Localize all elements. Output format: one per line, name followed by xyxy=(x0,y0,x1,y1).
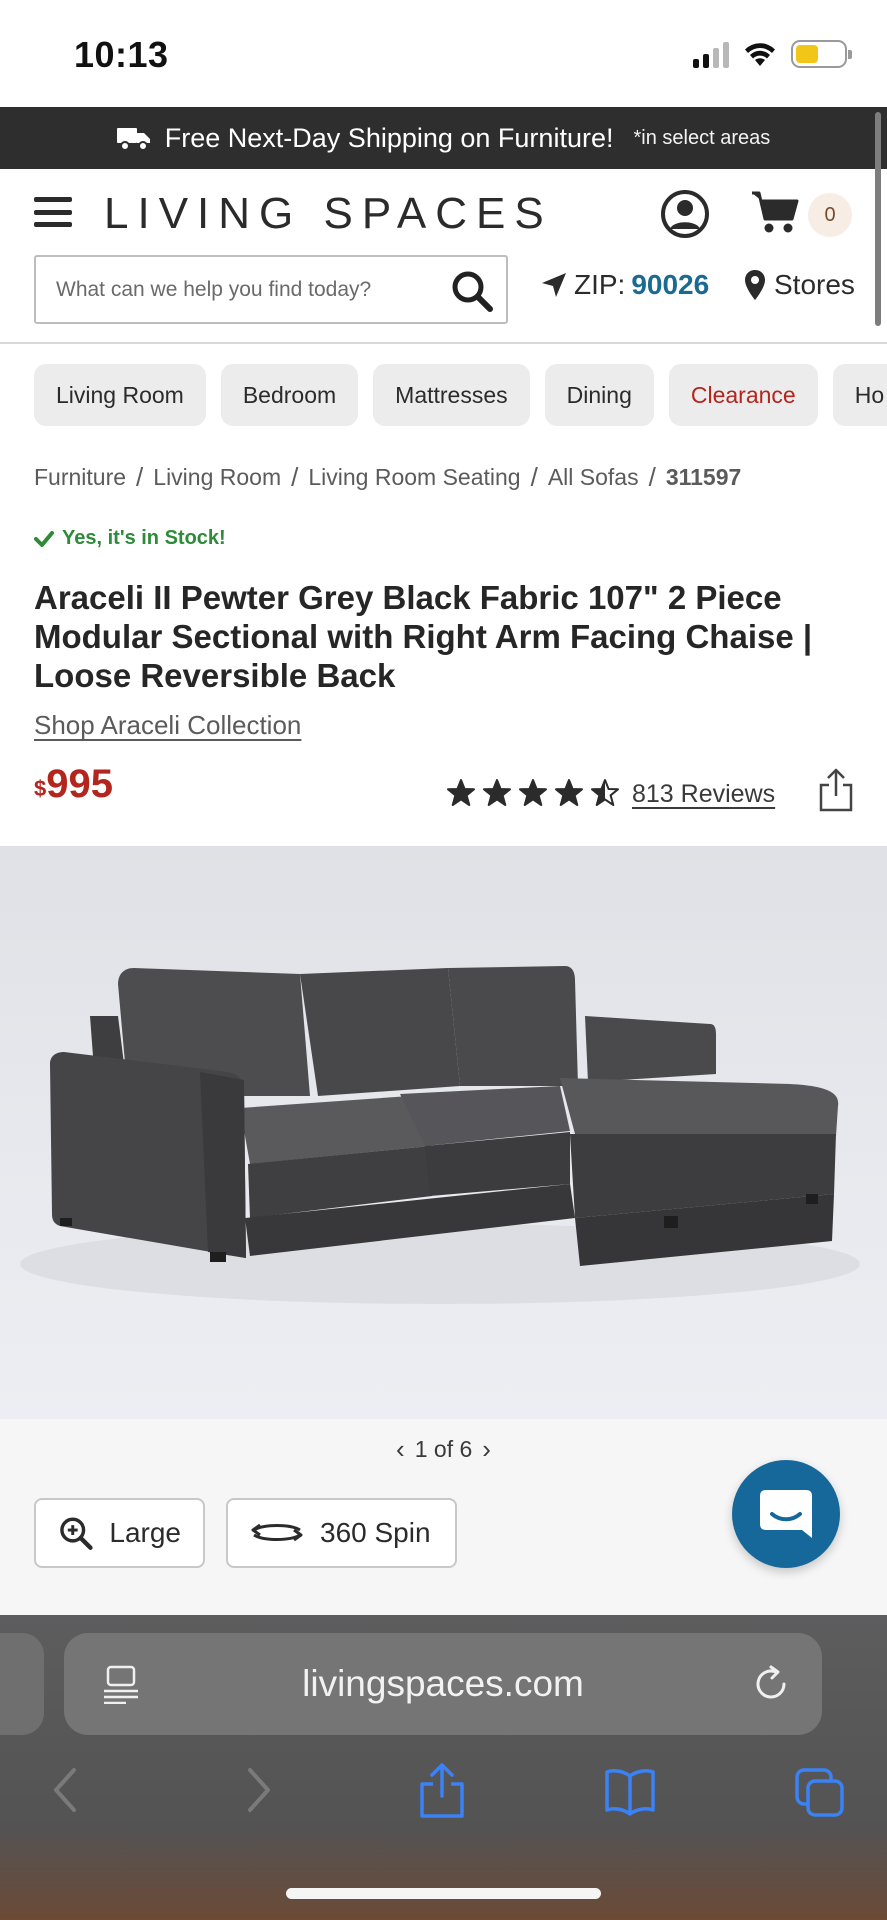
search-input[interactable] xyxy=(56,257,436,322)
promo-banner[interactable]: Free Next-Day Shipping on Furniture! *in… xyxy=(0,107,887,169)
reviews-link[interactable]: 813 Reviews xyxy=(632,780,775,809)
hamburger-menu-icon[interactable] xyxy=(34,197,72,227)
chat-icon xyxy=(760,1490,812,1538)
site-header: LIVING SPACES 0 ZIP: 90026 Stores xyxy=(0,169,887,344)
status-time: 10:13 xyxy=(74,34,169,75)
forward-icon[interactable] xyxy=(232,1762,284,1818)
map-pin-icon xyxy=(745,270,765,300)
check-icon xyxy=(34,530,54,547)
breadcrumb-all-sofas[interactable]: All Sofas xyxy=(548,464,639,491)
shop-collection-link[interactable]: Shop Araceli Collection xyxy=(34,710,301,741)
site-logo[interactable]: LIVING SPACES xyxy=(104,189,553,239)
next-image-icon[interactable]: › xyxy=(482,1434,491,1465)
breadcrumb-separator: / xyxy=(291,462,299,492)
category-dining[interactable]: Dining xyxy=(544,364,654,426)
category-mattresses[interactable]: Mattresses xyxy=(373,364,530,426)
breadcrumb-current-sku: 311597 xyxy=(665,464,742,490)
url-text[interactable]: livingspaces.com xyxy=(64,1633,822,1735)
previous-image-icon[interactable]: ‹ xyxy=(396,1434,405,1465)
back-icon[interactable] xyxy=(40,1762,92,1818)
zip-code-selector[interactable]: ZIP: 90026 xyxy=(540,269,709,301)
account-icon[interactable] xyxy=(660,189,710,239)
breadcrumb-separator: / xyxy=(648,462,656,492)
category-bedroom[interactable]: Bedroom xyxy=(220,364,359,426)
view-large-label: Large xyxy=(109,1517,181,1548)
status-icons xyxy=(693,40,852,68)
pager-text: 1 of 6 xyxy=(414,1435,473,1462)
product-price: $ 995 xyxy=(34,762,113,807)
product-image[interactable] xyxy=(0,846,887,1419)
truck-icon xyxy=(116,128,150,151)
stores-link[interactable]: Stores xyxy=(744,269,855,301)
breadcrumb-separator: / xyxy=(530,462,538,492)
breadcrumb-furniture[interactable]: Furniture xyxy=(34,464,126,491)
star-full-icon xyxy=(555,779,583,806)
price-currency: $ xyxy=(34,776,47,801)
price-amount: 995 xyxy=(46,762,113,806)
category-nav: Living Room Bedroom Mattresses Dining Cl… xyxy=(34,364,887,426)
page-scrollbar[interactable] xyxy=(875,112,881,326)
stock-status: Yes, it's in Stock! xyxy=(34,527,226,550)
cart-count-badge[interactable]: 0 xyxy=(808,193,852,237)
view-large-button[interactable]: Large xyxy=(34,1498,205,1568)
spin-360-label: 360 Spin xyxy=(320,1517,431,1548)
wifi-icon xyxy=(745,43,775,66)
status-bar: 10:13 xyxy=(0,0,887,107)
search-box[interactable] xyxy=(34,255,508,324)
cart-icon[interactable] xyxy=(750,189,800,235)
rotate-360-icon xyxy=(251,1523,303,1542)
share-sheet-icon[interactable] xyxy=(416,1762,468,1818)
location-arrow-icon xyxy=(542,273,566,297)
breadcrumb-living-room-seating[interactable]: Living Room Seating xyxy=(308,464,520,491)
star-half-icon xyxy=(591,779,619,806)
zip-label: ZIP: xyxy=(574,269,626,300)
previous-tab-peek[interactable] xyxy=(0,1633,44,1735)
stores-label: Stores xyxy=(774,269,855,300)
zoom-in-icon xyxy=(60,1517,93,1550)
battery-icon xyxy=(791,40,852,68)
promo-note: *in select areas xyxy=(633,126,771,149)
share-icon[interactable] xyxy=(818,768,854,812)
zip-value: 90026 xyxy=(631,269,710,300)
breadcrumb-separator: / xyxy=(136,462,144,492)
stock-text: Yes, it's in Stock! xyxy=(62,527,226,549)
cellular-signal-icon xyxy=(693,40,729,68)
breadcrumb: Furniture / Living Room / Living Room Se… xyxy=(34,462,741,493)
promo-text: Free Next-Day Shipping on Furniture! xyxy=(164,122,614,153)
category-clearance[interactable]: Clearance xyxy=(668,364,818,426)
category-more[interactable]: Ho xyxy=(832,364,887,426)
reload-icon[interactable] xyxy=(752,1664,792,1704)
browser-nav-row xyxy=(0,1762,887,1824)
category-living-room[interactable]: Living Room xyxy=(34,364,206,426)
spin-360-button[interactable]: 360 Spin xyxy=(226,1498,457,1568)
tabs-icon[interactable] xyxy=(794,1762,846,1818)
star-full-icon xyxy=(447,779,475,806)
star-full-icon xyxy=(519,779,547,806)
sofa-image xyxy=(20,966,860,1304)
search-icon[interactable] xyxy=(450,269,494,313)
bookmarks-icon[interactable] xyxy=(604,1762,656,1818)
star-rating[interactable] xyxy=(446,778,620,808)
chat-button[interactable] xyxy=(732,1460,840,1568)
star-full-icon xyxy=(483,779,511,806)
product-title: Araceli II Pewter Grey Black Fabric 107"… xyxy=(34,579,813,694)
home-indicator[interactable] xyxy=(286,1888,601,1899)
breadcrumb-living-room[interactable]: Living Room xyxy=(153,464,281,491)
